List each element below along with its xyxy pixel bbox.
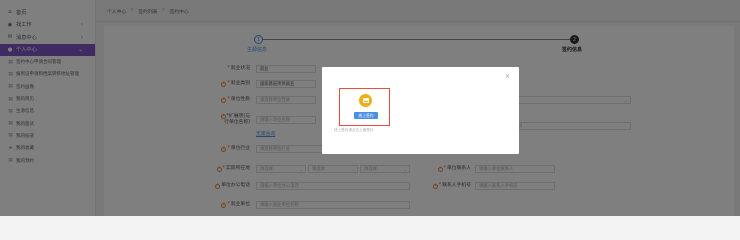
close-icon[interactable]: × (505, 73, 510, 80)
upload-document-icon[interactable] (359, 94, 372, 107)
upload-modal: × 线上签约 线上签约请点击上面签约 (322, 67, 519, 154)
online-sign-button[interactable]: 线上签约 (354, 112, 378, 119)
upload-hint-text: 线上签约请点击上面签约 (334, 128, 374, 132)
upload-highlight-box: 线上签约 (339, 88, 390, 126)
